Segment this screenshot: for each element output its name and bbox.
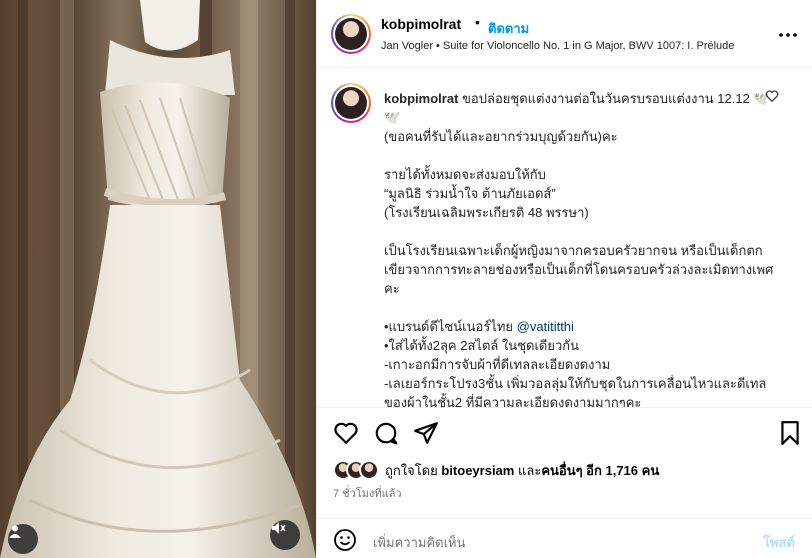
caption-line — [384, 146, 779, 165]
post-details-panel: kobpimolrat • ติดตาม Jan Vogler • Suite … — [316, 0, 812, 558]
heart-icon — [765, 90, 779, 107]
likes-prefix: ถูกใจโดย — [385, 462, 438, 478]
caption-like-button[interactable] — [765, 89, 779, 108]
caption-line: -เกาะอกมีการจับผ้าที่ดีเทลละเอียดงดงาม — [384, 357, 611, 372]
mention-link[interactable]: @vatititthi — [517, 319, 574, 334]
comment-input[interactable]: เพิ่มความคิดเห็น — [373, 532, 466, 553]
avatar — [359, 460, 379, 480]
wedding-dress-photo — [0, 0, 316, 558]
comment-icon — [373, 422, 399, 450]
post-header: kobpimolrat • ติดตาม Jan Vogler • Suite … — [317, 0, 812, 68]
caption-line: (ขอคนที่รับได้และอยากร่วมบุญด้วยกัน)คะ — [384, 129, 618, 144]
post-comment-button[interactable]: โพสต์ — [763, 532, 795, 553]
likes-summary: ถูกใจโดย bitoeyrsiam และ คนอื่นๆ อีก 1,71… — [333, 458, 659, 482]
post-timestamp[interactable]: 7 ชั่วโมงที่แล้ว — [333, 484, 402, 502]
more-options-button[interactable] — [777, 22, 799, 44]
post-media[interactable] — [0, 0, 316, 558]
likes-others-link[interactable]: คนอื่นๆ อีก 1,716 คน — [541, 460, 659, 481]
action-bar — [317, 407, 812, 457]
liker-username[interactable]: bitoeyrsiam — [441, 463, 514, 478]
caption-username[interactable]: kobpimolrat — [384, 91, 458, 106]
mute-button[interactable] — [270, 520, 300, 550]
caption-line — [384, 298, 779, 317]
heart-icon — [333, 422, 359, 450]
emoji-icon — [333, 529, 357, 556]
caption-line: เป็นโรงเรียนเฉพาะเด็กผู้หญิงมาจากครอบครั… — [384, 243, 774, 296]
audio-track-link[interactable]: Jan Vogler • Suite for Violoncello No. 1… — [381, 40, 734, 52]
comment-bar: เพิ่มความคิดเห็น โพสต์ — [317, 518, 812, 558]
caption-area: kobpimolrat ขอปล่อยชุดแต่งงานต่อในวันครบ… — [317, 69, 812, 407]
caption-line: รายได้ทั้งหมดจะส่งมอบให้กับ — [384, 167, 546, 182]
avatar[interactable] — [331, 14, 371, 54]
tagged-users-button[interactable] — [8, 524, 38, 554]
follow-button[interactable]: ติดตาม — [488, 18, 529, 39]
caption-first-line: kobpimolrat ขอปล่อยชุดแต่งงานต่อในวันครบ… — [384, 91, 770, 125]
more-dots-icon — [779, 24, 797, 42]
header-separator: • — [475, 14, 480, 30]
bookmark-icon — [777, 421, 803, 450]
caption-text: kobpimolrat ขอปล่อยชุดแต่งงานต่อในวันครบ… — [384, 89, 779, 407]
caption-line: (โรงเรียนเฉลิมพระเกียรติ 48 พรรษา) — [384, 205, 589, 220]
liker-avatars — [333, 460, 379, 480]
header-username[interactable]: kobpimolrat — [381, 16, 461, 32]
paper-plane-icon — [413, 422, 439, 450]
likes-middle: และ — [517, 462, 542, 478]
caption-line: -เลเยอร์กระโปรง3ชั้น เพิ่มวอลลุ่มให้กับช… — [384, 376, 767, 407]
caption-line-brand: •แบรนด์ดีไซน์เนอร์ไทย @vatititthi — [384, 319, 574, 334]
like-button[interactable] — [333, 420, 359, 446]
caption-avatar[interactable] — [331, 83, 371, 123]
caption-line — [384, 222, 779, 241]
caption-line: •ใส่ได้ทั้ง2ลุค 2สไตล์ ในชุดเดียวกัน — [384, 338, 580, 353]
save-button[interactable] — [777, 420, 803, 446]
comment-button[interactable] — [373, 420, 399, 446]
emoji-button[interactable] — [333, 528, 357, 552]
caption-line: “มูลนิธิ ร่วมน้ำใจ ต้านภัยเอดส์” — [384, 186, 556, 201]
share-button[interactable] — [413, 420, 439, 446]
